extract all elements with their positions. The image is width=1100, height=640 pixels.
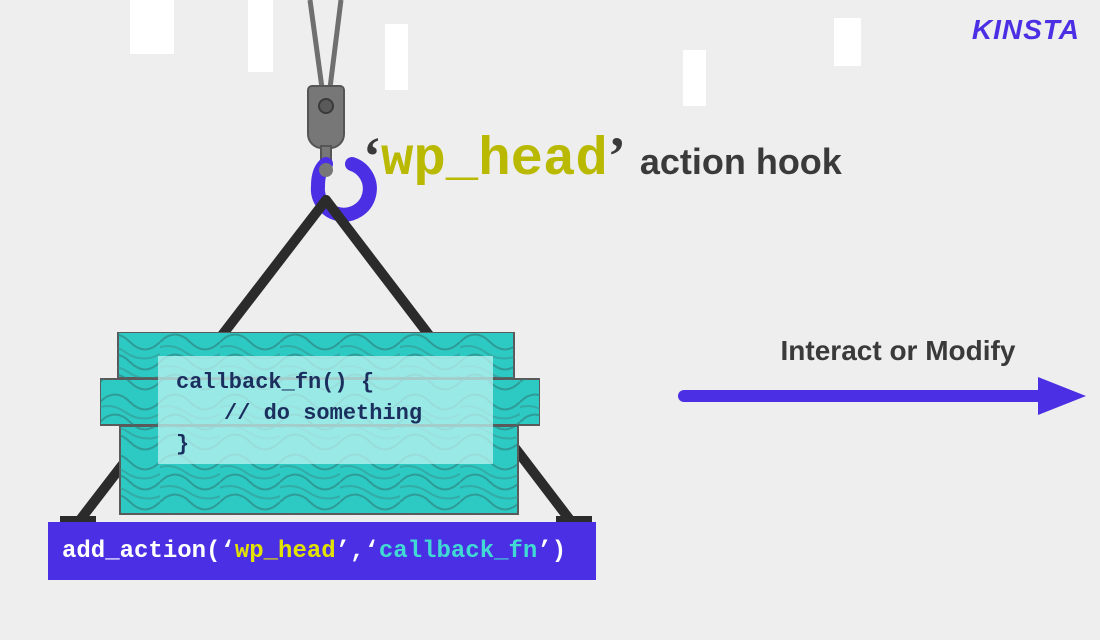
arrow-icon [678,373,1088,419]
diagram-title: ‘wp_head’ action hook [363,125,842,191]
add-action-statement: add_action( ‘wp_head’, ‘callback_fn’ ) [48,522,596,580]
callback-line-2: // do something [176,399,475,430]
arrow-label: Interact or Modify [678,335,1088,367]
bg-shape [683,50,706,106]
interact-arrow: Interact or Modify [678,335,1088,419]
bg-shape [834,18,861,66]
quote: ’ [537,538,551,565]
add-action-prefix: add_action( [62,538,220,565]
add-action-arg2: callback_fn [379,538,537,565]
hook-name: wp_head [381,130,608,191]
callback-code-box: callback_fn() { // do something } [158,356,493,464]
quote-close: ’ [608,126,626,186]
callback-line-3: } [176,430,475,461]
brand-logo: KINSTA [972,14,1080,46]
add-action-arg1: wp_head [235,538,336,565]
quote: ’ [336,538,350,565]
quote: ‘ [220,538,234,565]
quote-open: ‘ [363,126,381,186]
title-suffix: action hook [640,141,842,182]
add-action-suffix: ) [552,538,566,565]
separator: , [350,538,364,565]
callback-line-1: callback_fn() { [176,368,475,399]
quote: ‘ [364,538,378,565]
